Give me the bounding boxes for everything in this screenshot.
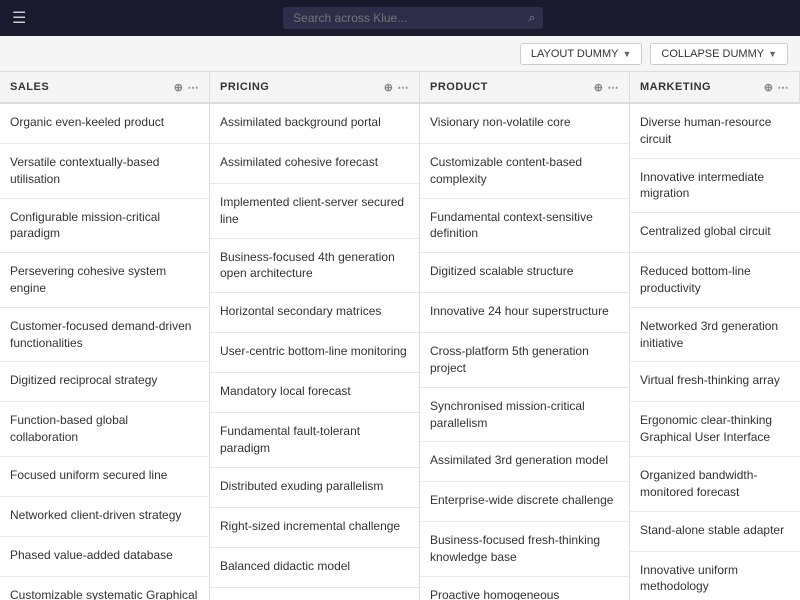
cell-sales-4[interactable]: Customer-focused demand-driven functiona…	[0, 308, 209, 363]
col-header-label-marketing: MARKETING	[640, 81, 711, 93]
cell-pricing-5[interactable]: User-centric bottom-line monitoring	[210, 333, 419, 373]
column-pricing: Assimilated background portalAssimilated…	[210, 104, 420, 600]
search-icon: ⌕	[528, 11, 535, 26]
cell-pricing-1[interactable]: Assimilated cohesive forecast	[210, 144, 419, 184]
cell-marketing-9[interactable]: Innovative uniform methodology	[630, 552, 800, 600]
cell-pricing-7[interactable]: Fundamental fault-tolerant paradigm	[210, 413, 419, 468]
col-header-marketing: MARKETING ⊕ ⋯	[630, 72, 800, 102]
cell-product-0[interactable]: Visionary non-volatile core	[420, 104, 629, 144]
col-header-label-pricing: PRICING	[220, 81, 269, 93]
layout-dummy-button[interactable]: LAYOUT DUMMY ▼	[520, 43, 643, 65]
cell-marketing-3[interactable]: Reduced bottom-line productivity	[630, 253, 800, 308]
cell-sales-6[interactable]: Function-based global collaboration	[0, 402, 209, 457]
col-header-label-sales: SALES	[10, 81, 49, 93]
cell-product-2[interactable]: Fundamental context-sensitive definition	[420, 199, 629, 254]
layout-chevron-icon: ▼	[622, 49, 631, 59]
col-header-icons-pricing[interactable]: ⊕ ⋯	[384, 81, 409, 94]
cell-product-5[interactable]: Cross-platform 5th generation project	[420, 333, 629, 388]
col-menu-icon-pricing[interactable]: ⋯	[398, 81, 410, 94]
col-header-label-product: PRODUCT	[430, 81, 488, 93]
cell-marketing-1[interactable]: Innovative intermediate migration	[630, 159, 800, 214]
col-header-sales: SALES ⊕ ⋯	[0, 72, 210, 102]
cell-product-4[interactable]: Innovative 24 hour superstructure	[420, 293, 629, 333]
cell-sales-5[interactable]: Digitized reciprocal strategy	[0, 362, 209, 402]
search-input[interactable]	[283, 7, 543, 29]
cell-pricing-9[interactable]: Right-sized incremental challenge	[210, 508, 419, 548]
cell-pricing-4[interactable]: Horizontal secondary matrices	[210, 293, 419, 333]
col-add-icon-sales[interactable]: ⊕	[174, 81, 184, 94]
cell-pricing-2[interactable]: Implemented client-server secured line	[210, 184, 419, 239]
cell-pricing-11[interactable]: Expanded intangible synergy	[210, 588, 419, 600]
cell-marketing-7[interactable]: Organized bandwidth-monitored forecast	[630, 457, 800, 512]
cell-sales-7[interactable]: Focused uniform secured line	[0, 457, 209, 497]
col-header-product: PRODUCT ⊕ ⋯	[420, 72, 630, 102]
cell-pricing-3[interactable]: Business-focused 4th generation open arc…	[210, 239, 419, 294]
column-marketing: Diverse human-resource circuitInnovative…	[630, 104, 800, 600]
column-sales: Organic even-keeled productVersatile con…	[0, 104, 210, 600]
col-menu-icon-marketing[interactable]: ⋯	[778, 81, 790, 94]
col-menu-icon-product[interactable]: ⋯	[608, 81, 620, 94]
collapse-chevron-icon: ▼	[768, 49, 777, 59]
search-container: ⌕	[38, 7, 788, 29]
cell-marketing-5[interactable]: Virtual fresh-thinking array	[630, 362, 800, 402]
collapse-dummy-button[interactable]: COLLAPSE DUMMY ▼	[650, 43, 788, 65]
cell-sales-3[interactable]: Persevering cohesive system engine	[0, 253, 209, 308]
cell-marketing-2[interactable]: Centralized global circuit	[630, 213, 800, 253]
col-header-pricing: PRICING ⊕ ⋯	[210, 72, 420, 102]
cell-marketing-0[interactable]: Diverse human-resource circuit	[630, 104, 800, 159]
cell-product-7[interactable]: Assimilated 3rd generation model	[420, 442, 629, 482]
cell-marketing-6[interactable]: Ergonomic clear-thinking Graphical User …	[630, 402, 800, 457]
cell-product-1[interactable]: Customizable content-based complexity	[420, 144, 629, 199]
cell-pricing-10[interactable]: Balanced didactic model	[210, 548, 419, 588]
cell-pricing-0[interactable]: Assimilated background portal	[210, 104, 419, 144]
col-header-icons-product[interactable]: ⊕ ⋯	[594, 81, 619, 94]
cell-sales-1[interactable]: Versatile contextually-based utilisation	[0, 144, 209, 199]
toolbar: LAYOUT DUMMY ▼ COLLAPSE DUMMY ▼	[0, 36, 800, 72]
cell-product-8[interactable]: Enterprise-wide discrete challenge	[420, 482, 629, 522]
grid: Organic even-keeled productVersatile con…	[0, 104, 800, 600]
col-menu-icon-sales[interactable]: ⋯	[188, 81, 200, 94]
cell-sales-2[interactable]: Configurable mission-critical paradigm	[0, 199, 209, 254]
cell-product-10[interactable]: Proactive homogeneous conglomeration	[420, 577, 629, 600]
cell-sales-10[interactable]: Customizable systematic Graphical User I…	[0, 577, 209, 600]
cell-product-3[interactable]: Digitized scalable structure	[420, 253, 629, 293]
col-header-icons-sales[interactable]: ⊕ ⋯	[174, 81, 199, 94]
col-add-icon-product[interactable]: ⊕	[594, 81, 604, 94]
cell-marketing-8[interactable]: Stand-alone stable adapter	[630, 512, 800, 552]
cell-marketing-4[interactable]: Networked 3rd generation initiative	[630, 308, 800, 363]
col-header-icons-marketing[interactable]: ⊕ ⋯	[764, 81, 789, 94]
search-input-wrap: ⌕	[283, 7, 543, 29]
column-product: Visionary non-volatile coreCustomizable …	[420, 104, 630, 600]
col-add-icon-marketing[interactable]: ⊕	[764, 81, 774, 94]
cell-sales-9[interactable]: Phased value-added database	[0, 537, 209, 577]
cell-product-6[interactable]: Synchronised mission-critical parallelis…	[420, 388, 629, 443]
cell-pricing-8[interactable]: Distributed exuding parallelism	[210, 468, 419, 508]
cell-sales-0[interactable]: Organic even-keeled product	[0, 104, 209, 144]
cell-pricing-6[interactable]: Mandatory local forecast	[210, 373, 419, 413]
cell-product-9[interactable]: Business-focused fresh-thinking knowledg…	[420, 522, 629, 577]
cell-sales-8[interactable]: Networked client-driven strategy	[0, 497, 209, 537]
topbar: ☰ ⌕	[0, 0, 800, 36]
menu-icon[interactable]: ☰	[12, 8, 26, 28]
col-add-icon-pricing[interactable]: ⊕	[384, 81, 394, 94]
columns-header: SALES ⊕ ⋯ PRICING ⊕ ⋯ PRODUCT ⊕ ⋯ MARKET…	[0, 72, 800, 104]
